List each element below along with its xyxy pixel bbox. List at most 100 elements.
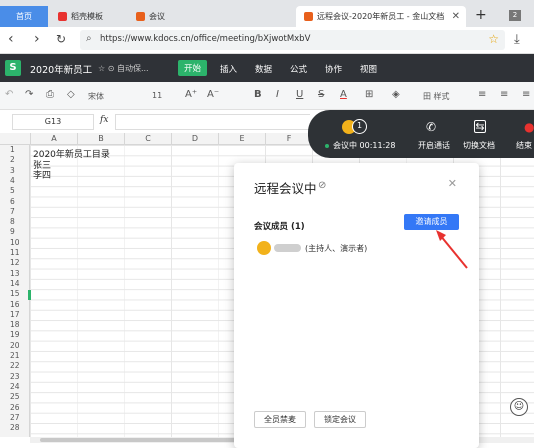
font-shrink-icon[interactable]: A⁻ xyxy=(207,89,219,100)
row-header-10[interactable]: 10 xyxy=(0,238,30,248)
download-icon[interactable]: ⤓ xyxy=(514,32,520,47)
formula-input[interactable] xyxy=(115,114,310,130)
invite-member-button[interactable]: 邀请成员 xyxy=(404,214,459,230)
tab-overview-icon[interactable]: 2 xyxy=(509,10,521,21)
font-size-select[interactable]: 11 xyxy=(152,91,162,100)
clear-format-icon[interactable]: ◇ xyxy=(67,89,75,100)
new-tab-button[interactable]: + xyxy=(475,7,487,23)
panel-title: 远程会议中 xyxy=(254,181,317,196)
tab-templates[interactable]: 稻壳模板 xyxy=(50,6,125,27)
mute-all-button[interactable]: 全员禁麦 xyxy=(254,411,306,428)
font-grow-icon[interactable]: A⁺ xyxy=(185,89,197,100)
tab-home[interactable]: 首页 xyxy=(0,6,48,27)
fill-color-icon[interactable]: ◈ xyxy=(392,89,400,100)
style-select[interactable]: 田 样式 xyxy=(423,91,450,102)
scrollbar-thumb[interactable] xyxy=(40,438,240,442)
row-header-16[interactable]: 16 xyxy=(0,300,30,310)
reload-icon[interactable]: ↻ xyxy=(56,32,66,46)
bold-icon[interactable]: B xyxy=(254,89,262,100)
align-left-icon[interactable]: ≡ xyxy=(478,89,486,100)
column-header-f[interactable]: F xyxy=(265,133,312,145)
menu-formula[interactable]: 公式 xyxy=(290,63,307,75)
column-header-e[interactable]: E xyxy=(218,133,265,145)
name-box[interactable]: G13 xyxy=(12,114,94,130)
live-indicator xyxy=(325,144,329,148)
row-header-6[interactable]: 6 xyxy=(0,197,30,207)
app-logo-icon: S xyxy=(5,60,21,76)
address-bar: ‹ › ↻ ⌕ https://www.kdocs.cn/office/meet… xyxy=(0,27,534,54)
row-header-23[interactable]: 23 xyxy=(0,372,30,382)
help-icon[interactable]: ⊘ xyxy=(318,180,326,191)
row-header-7[interactable]: 7 xyxy=(0,207,30,217)
row-header-1[interactable]: 1 xyxy=(0,145,30,155)
italic-icon[interactable]: I xyxy=(276,89,279,100)
member-count-badge[interactable]: 1 xyxy=(352,119,367,134)
column-header-d[interactable]: D xyxy=(171,133,218,145)
cell-a3[interactable]: 李四 xyxy=(33,168,51,181)
row-header-13[interactable]: 13 xyxy=(0,269,30,279)
row-header-12[interactable]: 12 xyxy=(0,258,30,268)
forward-icon[interactable]: › xyxy=(34,31,40,47)
font-family-select[interactable]: 宋体 xyxy=(88,91,104,102)
row-header-8[interactable]: 8 xyxy=(0,217,30,227)
row-header-4[interactable]: 4 xyxy=(0,176,30,186)
column-header-c[interactable]: C xyxy=(124,133,171,145)
member-role: (主持人、演示者) xyxy=(305,244,368,253)
switch-document-icon[interactable]: ⇆ xyxy=(474,120,486,133)
undo-icon[interactable]: ↶ xyxy=(5,89,13,100)
border-icon[interactable]: ⊞ xyxy=(365,89,373,100)
menu-start[interactable]: 开始 xyxy=(178,60,208,76)
close-tab-icon[interactable]: ✕ xyxy=(452,11,460,22)
menu-view[interactable]: 视图 xyxy=(360,63,377,75)
row-header-3[interactable]: 3 xyxy=(0,166,30,176)
phone-icon[interactable]: ✆ xyxy=(426,120,436,134)
document-title[interactable]: 2020年新员工 xyxy=(30,62,92,76)
switch-document-button[interactable]: 切换文档 xyxy=(463,140,495,151)
assistant-robot-icon[interactable]: ☺ xyxy=(510,398,528,416)
row-header-25[interactable]: 25 xyxy=(0,392,30,402)
meeting-icon xyxy=(136,12,145,21)
row-header-5[interactable]: 5 xyxy=(0,186,30,196)
meeting-timer: 会议中 00:11:28 xyxy=(333,141,396,150)
fx-icon[interactable]: fx xyxy=(100,115,108,125)
redo-icon[interactable]: ↷ xyxy=(25,89,33,100)
row-header-22[interactable]: 22 xyxy=(0,361,30,371)
end-meeting-button[interactable]: 结束 xyxy=(516,140,532,151)
close-icon[interactable]: ✕ xyxy=(448,177,457,190)
row-header-20[interactable]: 20 xyxy=(0,341,30,351)
row-header-27[interactable]: 27 xyxy=(0,413,30,423)
row-header-26[interactable]: 26 xyxy=(0,403,30,413)
column-header-a[interactable]: A xyxy=(30,133,77,145)
menu-collaborate[interactable]: 协作 xyxy=(325,63,342,75)
align-center-icon[interactable]: ≡ xyxy=(500,89,508,100)
strikethrough-icon[interactable]: S xyxy=(318,89,324,100)
row-header-28[interactable]: 28 xyxy=(0,423,30,433)
format-painter-icon[interactable]: ⎙ xyxy=(46,89,54,100)
member-avatar xyxy=(257,241,271,255)
lock-meeting-button[interactable]: 锁定会议 xyxy=(314,411,366,428)
row-header-19[interactable]: 19 xyxy=(0,330,30,340)
row-header-2[interactable]: 2 xyxy=(0,155,30,165)
start-call-button[interactable]: 开启通话 xyxy=(418,140,450,151)
end-meeting-icon[interactable]: ● xyxy=(524,120,534,134)
url-field[interactable]: ⌕ https://www.kdocs.cn/office/meeting/bX… xyxy=(80,30,505,50)
row-header-17[interactable]: 17 xyxy=(0,310,30,320)
underline-icon[interactable]: U xyxy=(296,89,303,100)
column-header-b[interactable]: B xyxy=(77,133,124,145)
search-icon: ⌕ xyxy=(86,33,92,44)
align-right-icon[interactable]: ≡ xyxy=(522,89,530,100)
row-header-21[interactable]: 21 xyxy=(0,351,30,361)
row-header-9[interactable]: 9 xyxy=(0,227,30,237)
font-color-icon[interactable]: A xyxy=(340,89,347,100)
row-header-11[interactable]: 11 xyxy=(0,248,30,258)
tab-active-document[interactable]: 远程会议-2020年新员工 - 金山文档 ✕ xyxy=(296,6,466,27)
row-header-14[interactable]: 14 xyxy=(0,279,30,289)
row-header-24[interactable]: 24 xyxy=(0,382,30,392)
row-header-18[interactable]: 18 xyxy=(0,320,30,330)
menu-data[interactable]: 数据 xyxy=(255,63,272,75)
menu-insert[interactable]: 插入 xyxy=(220,63,237,75)
bookmark-star-icon[interactable]: ☆ xyxy=(488,32,499,46)
tab-meeting[interactable]: 会议 xyxy=(130,6,200,27)
back-icon[interactable]: ‹ xyxy=(8,31,14,47)
row-header-15[interactable]: 15 xyxy=(0,289,30,299)
